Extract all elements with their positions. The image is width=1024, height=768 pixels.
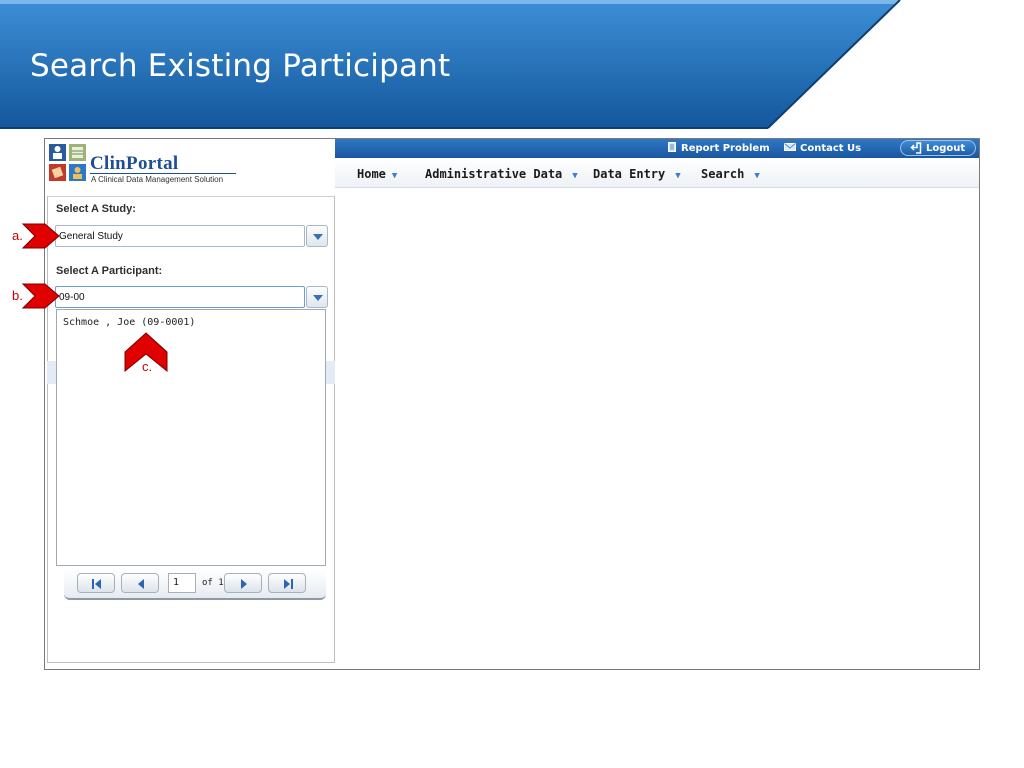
participant-option[interactable]: Schmoe , Joe (09-0001)	[63, 317, 195, 328]
last-page-icon	[284, 579, 293, 589]
annotation-label-c: c.	[142, 359, 153, 374]
logo: ClinPortal A Clinical Data Management So…	[45, 139, 335, 191]
slide-title: Search Existing Participant	[30, 48, 451, 84]
logout-label: Logout	[926, 143, 966, 154]
logo-title-main: Clin	[90, 153, 127, 174]
study-select[interactable]: General Study	[55, 225, 305, 247]
nav-data-entry[interactable]: Data Entry ▼	[593, 167, 681, 181]
nav-data-entry-label: Data Entry	[593, 167, 666, 181]
previous-page-button[interactable]	[121, 573, 159, 593]
caret-down-icon: ▼	[754, 171, 760, 181]
first-page-button[interactable]	[77, 573, 115, 593]
logout-button[interactable]: Logout	[900, 140, 976, 156]
logout-icon	[910, 142, 922, 154]
study-label: Select A Study:	[56, 203, 136, 215]
chevron-down-icon	[313, 295, 323, 301]
previous-page-icon	[138, 579, 144, 589]
logo-divider	[90, 173, 236, 174]
logo-title-rest: Portal	[126, 153, 179, 174]
report-problem-link[interactable]: Report Problem	[667, 142, 770, 154]
nav-search[interactable]: Search ▼	[701, 167, 760, 181]
participant-input-value: 09-00	[59, 292, 85, 303]
logo-title: ClinPortal	[90, 153, 179, 175]
caret-down-icon: ▼	[675, 171, 681, 181]
next-page-button[interactable]	[224, 573, 262, 593]
nav-administrative-data-label: Administrative Data	[425, 167, 563, 181]
last-page-button[interactable]	[268, 573, 306, 593]
caret-down-icon: ▼	[391, 171, 398, 181]
study-dropdown-button[interactable]	[306, 225, 328, 247]
contact-us-label: Contact Us	[800, 143, 862, 154]
logo-subtitle: A Clinical Data Management Solution	[91, 175, 224, 184]
app-window: Report Problem Contact Us Logout Home ▼ A…	[44, 138, 980, 670]
study-select-value: General Study	[59, 231, 123, 242]
dropdown-pager: 1 of 1	[64, 570, 326, 600]
chevron-down-icon	[313, 234, 323, 240]
page-number-input[interactable]: 1	[168, 573, 196, 593]
caret-down-icon: ▼	[572, 171, 578, 181]
nav-administrative-data[interactable]: Administrative Data ▼	[425, 167, 578, 181]
participant-dropdown-button[interactable]	[306, 286, 328, 308]
app-logo-icons	[49, 144, 86, 181]
participant-dropdown-list: Schmoe , Joe (09-0001)	[56, 309, 326, 566]
document-icon	[668, 142, 676, 152]
nav-search-label: Search	[701, 167, 745, 181]
nav-home-label: Home	[357, 167, 386, 181]
next-page-icon	[241, 579, 247, 589]
participant-label: Select A Participant:	[56, 265, 163, 277]
first-page-icon	[92, 579, 101, 589]
main-nav: Home ▼ Administrative Data ▼ Data Entry ▼ S…	[335, 158, 979, 188]
page-count: of 1	[202, 578, 224, 588]
participant-input[interactable]: 09-00	[55, 286, 305, 308]
nav-home[interactable]: Home ▼	[357, 167, 397, 181]
annotation-arrow-b	[22, 283, 60, 309]
annotation-arrow-a	[22, 223, 60, 249]
slide-banner: Search Existing Participant	[0, 0, 1024, 130]
envelope-icon	[784, 143, 796, 151]
report-problem-label: Report Problem	[681, 143, 770, 154]
contact-us-link[interactable]: Contact Us	[784, 142, 861, 154]
